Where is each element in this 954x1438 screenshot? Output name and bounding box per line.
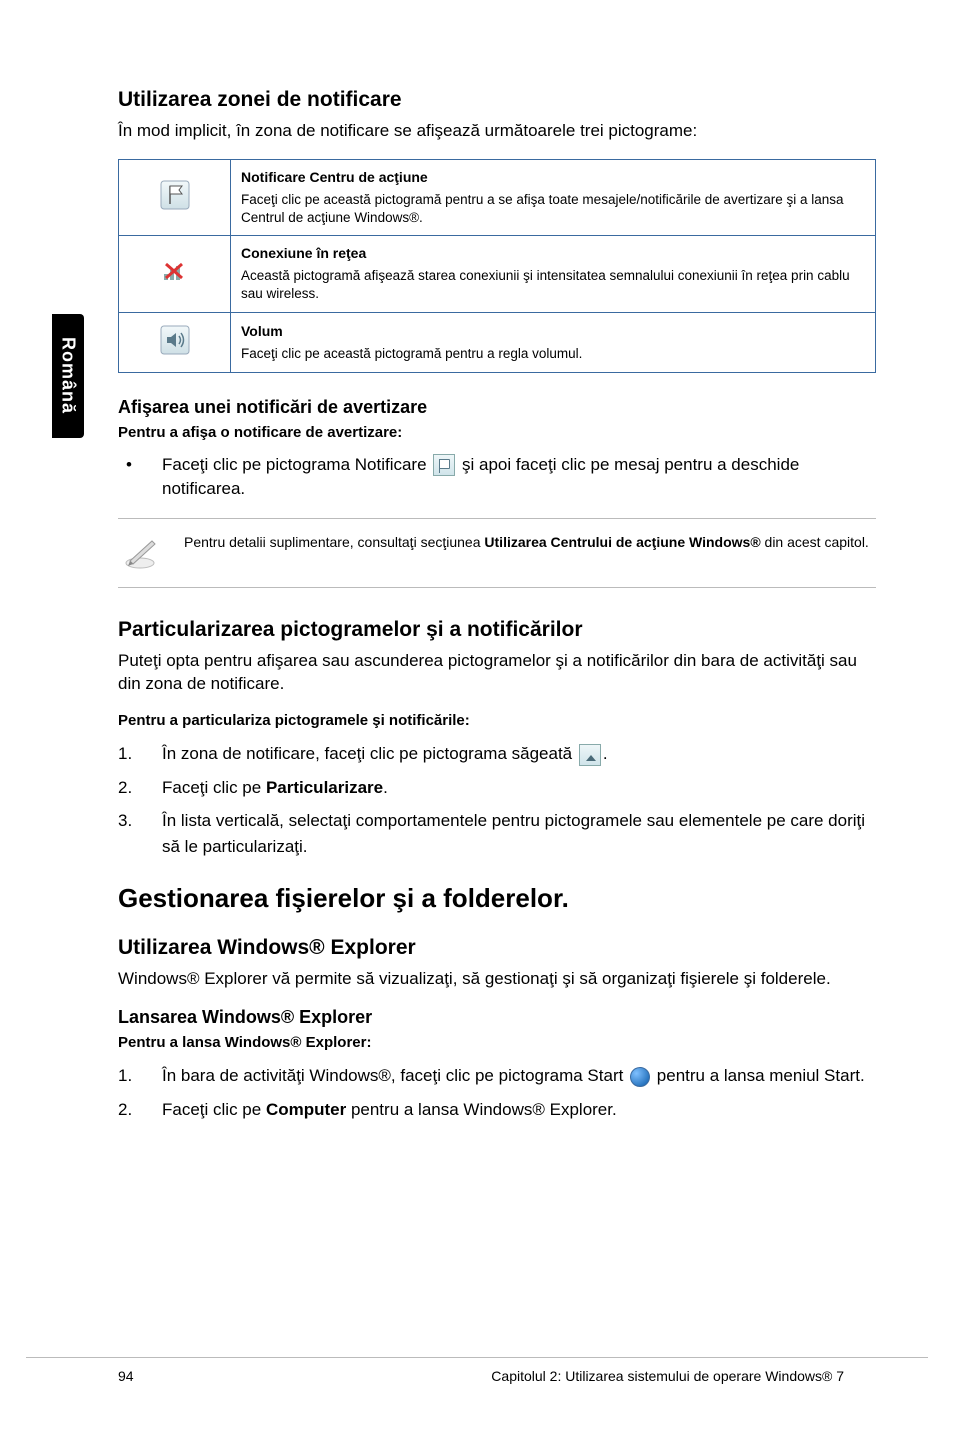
step-item: Faceţi clic pe Computer pentru a lansa W… bbox=[118, 1097, 876, 1123]
note-post: din acest capitol. bbox=[761, 534, 869, 550]
page-footer: 94 Capitolul 2: Utilizarea sistemului de… bbox=[26, 1357, 928, 1384]
network-icon-cell bbox=[119, 236, 231, 312]
network-cell: Conexiune în reţea Această pictogramă af… bbox=[231, 236, 876, 312]
note-pre: Pentru detalii suplimentare, consultaţi … bbox=[184, 534, 484, 550]
step-item: Faceţi clic pe Particularizare. bbox=[118, 775, 876, 801]
row-desc: Această pictogramă afişează starea conex… bbox=[241, 268, 850, 301]
heading-managing-files: Gestionarea fişierelor şi a folderelor. bbox=[118, 883, 876, 914]
section-intro-customize: Puteţi opta pentru afişarea sau ascunder… bbox=[118, 650, 876, 696]
note-box: Pentru detalii suplimentare, consultaţi … bbox=[118, 518, 876, 588]
section-intro-explorer: Windows® Explorer vă permite să vizualiz… bbox=[118, 968, 876, 991]
step-bold: Particularizare bbox=[266, 778, 383, 797]
flag-icon bbox=[433, 454, 455, 476]
page-number: 94 bbox=[118, 1368, 134, 1384]
steps-launch-explorer: În bara de activităţi Windows®, faceţi c… bbox=[118, 1063, 876, 1122]
steps-customize: În zona de notificare, faceţi clic pe pi… bbox=[118, 741, 876, 859]
step-item: În bara de activităţi Windows®, faceţi c… bbox=[118, 1063, 876, 1089]
notification-icons-table: Notificare Centru de acţiune Faceţi clic… bbox=[118, 159, 876, 373]
language-side-tab: Română bbox=[52, 314, 84, 438]
chapter-label: Capitolul 2: Utilizarea sistemului de op… bbox=[491, 1368, 844, 1384]
step-item: În lista verticală, selectaţi comportame… bbox=[118, 808, 876, 859]
step-text-pre: În zona de notificare, faceţi clic pe pi… bbox=[162, 744, 577, 763]
action-center-cell: Notificare Centru de acţiune Faceţi clic… bbox=[231, 159, 876, 235]
subsection-title-show-alert: Afişarea unei notificări de avertizare bbox=[118, 397, 876, 418]
lead-show-alert: Pentru a afişa o notificare de avertizar… bbox=[118, 424, 876, 441]
section-title-notification-area: Utilizarea zonei de notificare bbox=[118, 88, 876, 112]
row-desc: Faceţi clic pe această pictogramă pentru… bbox=[241, 192, 844, 225]
volume-cell: Volum Faceţi clic pe această pictogramă … bbox=[231, 312, 876, 372]
step-bold: Computer bbox=[266, 1100, 346, 1119]
note-text: Pentru detalii suplimentare, consultaţi … bbox=[184, 533, 869, 571]
section-title-explorer: Utilizarea Windows® Explorer bbox=[118, 936, 876, 960]
note-bold: Utilizarea Centrului de acţiune Windows® bbox=[484, 534, 760, 550]
action-center-icon-cell bbox=[119, 159, 231, 235]
row-title: Notificare Centru de acţiune bbox=[241, 168, 865, 187]
step-text-pre: În bara de activităţi Windows®, faceţi c… bbox=[162, 1066, 628, 1085]
volume-icon-cell bbox=[119, 312, 231, 372]
table-row: Volum Faceţi clic pe această pictogramă … bbox=[119, 312, 876, 372]
section-intro-notification-area: În mod implicit, în zona de notificare s… bbox=[118, 120, 876, 143]
section-title-customize: Particularizarea pictogramelor şi a noti… bbox=[118, 618, 876, 642]
step-text-pre: Faceţi clic pe bbox=[162, 1100, 266, 1119]
lead-launch-explorer: Pentru a lansa Windows® Explorer: bbox=[118, 1034, 876, 1051]
bullet-text-pre: Faceţi clic pe pictograma Notificare bbox=[162, 455, 431, 474]
bullet-item: Faceţi clic pe pictograma Notificare şi … bbox=[118, 453, 876, 501]
step-text-post: pentru a lansa Windows® Explorer. bbox=[346, 1100, 617, 1119]
bullet-list: Faceţi clic pe pictograma Notificare şi … bbox=[118, 453, 876, 501]
page-content: Utilizarea zonei de notificare În mod im… bbox=[118, 88, 876, 1146]
arrow-up-icon bbox=[579, 744, 601, 766]
start-orb-icon bbox=[630, 1067, 650, 1087]
step-item: În zona de notificare, faceţi clic pe pi… bbox=[118, 741, 876, 767]
flag-icon bbox=[160, 180, 190, 215]
network-icon bbox=[160, 256, 190, 291]
step-text-post: . bbox=[603, 744, 608, 763]
table-row: Conexiune în reţea Această pictogramă af… bbox=[119, 236, 876, 312]
subsection-title-launch-explorer: Lansarea Windows® Explorer bbox=[118, 1007, 876, 1028]
step-text-post: . bbox=[383, 778, 388, 797]
step-text-pre: Faceţi clic pe bbox=[162, 778, 266, 797]
pen-icon bbox=[118, 533, 166, 571]
row-desc: Faceţi clic pe această pictogramă pentru… bbox=[241, 346, 582, 361]
step-text-post: pentru a lansa meniul Start. bbox=[652, 1066, 865, 1085]
row-title: Conexiune în reţea bbox=[241, 244, 865, 263]
speaker-icon bbox=[160, 325, 190, 360]
lead-customize: Pentru a particulariza pictogramele şi n… bbox=[118, 712, 876, 729]
table-row: Notificare Centru de acţiune Faceţi clic… bbox=[119, 159, 876, 235]
row-title: Volum bbox=[241, 322, 865, 341]
